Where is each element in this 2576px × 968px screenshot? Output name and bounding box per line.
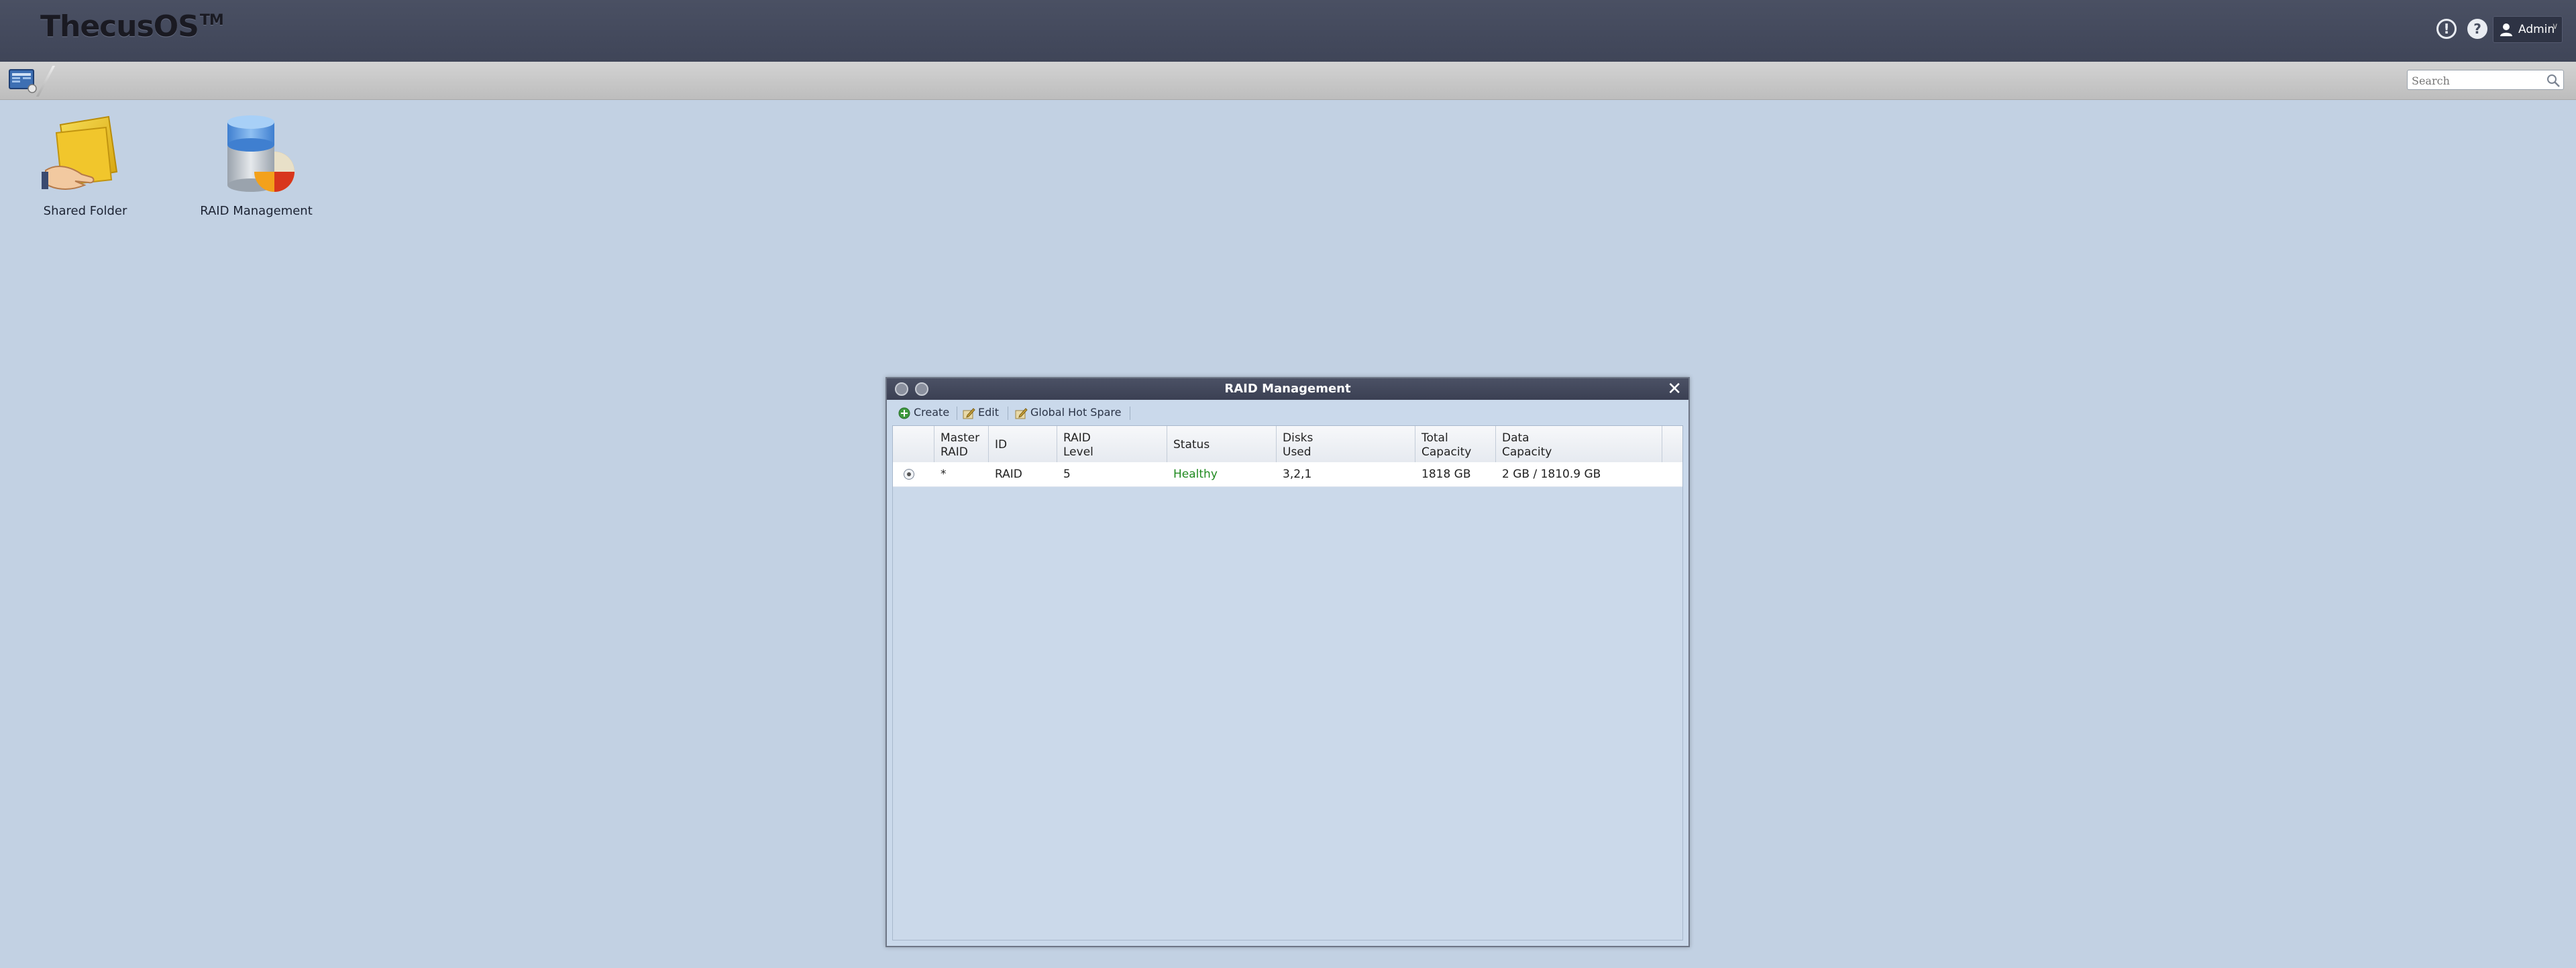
- cell-master-raid: *: [941, 468, 947, 481]
- chevron-down-icon: ∨: [2552, 21, 2559, 32]
- user-icon: [2500, 23, 2512, 36]
- exclamation-circle-icon[interactable]: !: [2436, 19, 2457, 39]
- column-header-total-capacity[interactable]: Total Capacity: [1415, 426, 1496, 462]
- column-header-id[interactable]: ID: [989, 426, 1057, 462]
- hot-spare-icon: [1015, 408, 1028, 419]
- global-hot-spare-button[interactable]: Global Hot Spare: [1014, 405, 1128, 421]
- desktop-item-raid-management[interactable]: RAID Management: [199, 113, 313, 218]
- question-circle-icon[interactable]: ?: [2467, 19, 2487, 39]
- raid-management-window: RAID Management ✕ Create Edit Global Hot: [885, 377, 1690, 947]
- create-button[interactable]: Create: [898, 405, 955, 421]
- row-select-cell[interactable]: [893, 462, 934, 486]
- column-header-master-raid[interactable]: Master RAID: [934, 426, 989, 462]
- column-header-menu[interactable]: [1662, 426, 1682, 462]
- search-icon[interactable]: [2546, 73, 2561, 88]
- edit-icon: [963, 408, 975, 419]
- edit-button[interactable]: Edit: [962, 405, 1002, 421]
- admin-label: Admin: [2518, 23, 2555, 36]
- edit-label: Edit: [978, 406, 999, 419]
- column-header-data-capacity[interactable]: Data Capacity: [1496, 426, 1662, 462]
- column-header-raid-level[interactable]: RAID Level: [1057, 426, 1167, 462]
- window-title: RAID Management: [1224, 382, 1351, 396]
- cell-data-capacity: 2 GB / 1810.9 GB: [1502, 468, 1601, 481]
- top-header: ThecusOSTM ! ? Admin ∨: [0, 0, 2576, 62]
- row-radio-button[interactable]: [904, 469, 914, 480]
- grid-header: Master RAID ID RAID Level Status Disks Used…: [893, 426, 1682, 463]
- column-header-disks-used[interactable]: Disks Used: [1277, 426, 1415, 462]
- column-header-status[interactable]: Status: [1167, 426, 1277, 462]
- taskbar: [0, 62, 2576, 100]
- shared-folder-icon: [42, 115, 118, 190]
- cell-raid-level: 5: [1063, 468, 1071, 481]
- window-toolbar: Create Edit Global Hot Spare: [892, 402, 1683, 423]
- raid-grid: Master RAID ID RAID Level Status Disks Used…: [892, 425, 1683, 940]
- show-desktop-icon[interactable]: [8, 67, 38, 94]
- search-input[interactable]: [2410, 72, 2540, 89]
- desktop-item-label: RAID Management: [200, 204, 313, 218]
- cell-total-capacity: 1818 GB: [1421, 468, 1471, 481]
- column-header-select: [893, 426, 934, 462]
- search-box[interactable]: [2407, 70, 2564, 90]
- add-icon: [898, 407, 910, 419]
- taskbar-divider: [36, 66, 56, 97]
- table-row[interactable]: * RAID 5 Healthy 3,2,1 1818 GB 2 GB / 18…: [893, 462, 1682, 487]
- desktop-item-label: Shared Folder: [43, 204, 127, 218]
- raid-management-icon: [227, 115, 294, 192]
- create-label: Create: [914, 406, 950, 419]
- admin-user-menu[interactable]: Admin ∨: [2493, 16, 2563, 43]
- desktop-item-shared-folder[interactable]: Shared Folder: [28, 113, 142, 218]
- global-hot-spare-label: Global Hot Spare: [1030, 406, 1122, 419]
- cell-disks-used: 3,2,1: [1283, 468, 1312, 481]
- close-icon[interactable]: ✕: [1667, 380, 1682, 398]
- cell-status: Healthy: [1173, 468, 1218, 481]
- thecus-logo: ThecusOSTM: [40, 9, 224, 44]
- cell-id: RAID: [995, 468, 1022, 481]
- window-titlebar[interactable]: RAID Management ✕: [887, 378, 1688, 400]
